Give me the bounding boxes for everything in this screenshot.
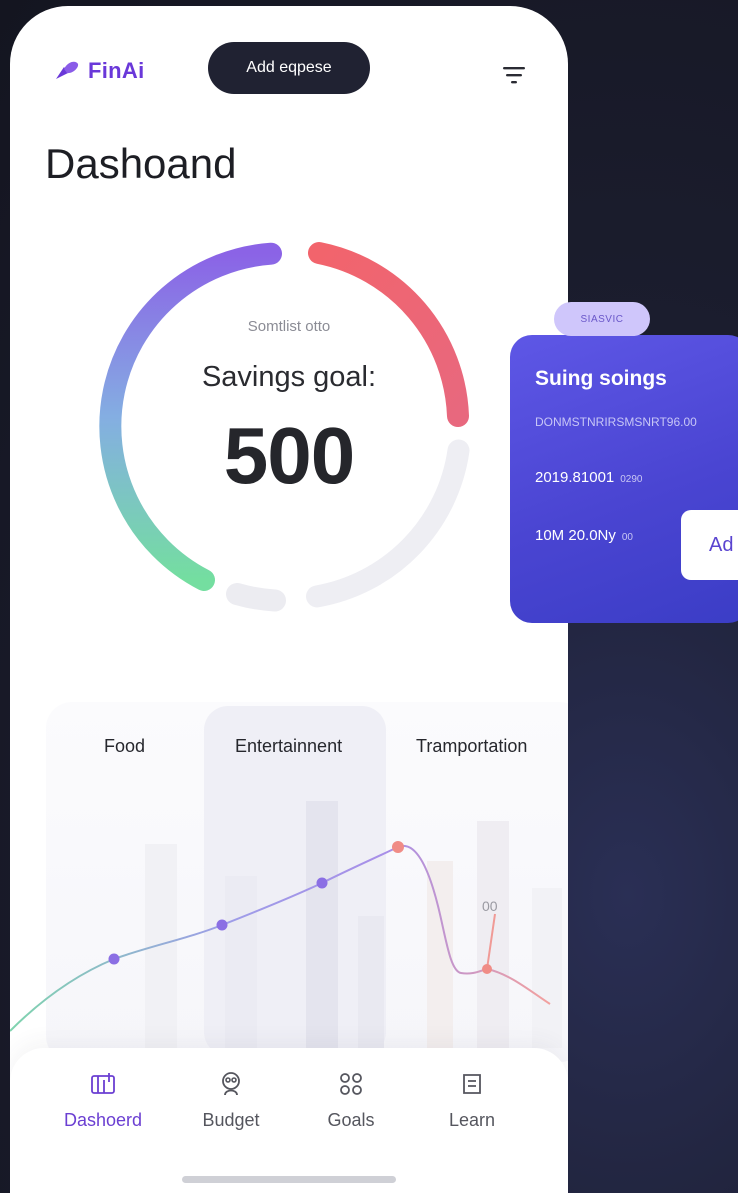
category-entertainment[interactable]: Entertainnent (235, 736, 342, 757)
goals-icon (340, 1073, 362, 1095)
nav-label-dashboard: Dashoerd (63, 1110, 143, 1130)
savings-goal-label: Savings goal: (201, 361, 377, 393)
data-point (216, 919, 228, 931)
phone-screen: FinAi Add eqpese Dashoand Somtlist otto … (10, 6, 568, 1193)
bg-bar (306, 801, 338, 1051)
nav-label-budget: Budget (202, 1110, 260, 1130)
savings-goal-value: 500 (223, 411, 355, 500)
page-title: Dashoand (45, 140, 237, 187)
promo-badge: SIASVIC (554, 302, 650, 336)
nav-goals[interactable]: Goals (291, 1070, 411, 1131)
promo-row-1-note: 0290 (620, 474, 643, 485)
data-point-food (108, 953, 120, 965)
promo-add-button[interactable]: Ad (681, 510, 738, 580)
brand-name: FinAi (88, 58, 145, 83)
learn-icon (463, 1074, 481, 1094)
brand-mark-icon (56, 61, 79, 79)
promo-row-2-note: 00 (621, 532, 633, 543)
bg-bar (358, 916, 384, 1051)
promo-row-2: 10M 20.0Ny 00 (535, 527, 633, 544)
nav-learn[interactable]: Learn (412, 1070, 532, 1131)
chart-annotation: 00 (482, 898, 498, 914)
category-transportation[interactable]: Tramportation (416, 736, 527, 757)
bg-bar (477, 821, 509, 1051)
promo-row-1-value: 2019.81001 (535, 469, 615, 486)
nav-label-learn: Learn (448, 1110, 496, 1130)
bg-bar (532, 888, 562, 1048)
gauge-track-bottom (226, 583, 286, 612)
data-point-transportation (482, 964, 492, 974)
nav-dashboard[interactable]: Dashoerd (43, 1070, 163, 1131)
nav-budget[interactable]: Budget (171, 1070, 291, 1131)
promo-row-1: 2019.81001 0290 (535, 469, 643, 486)
promo-subtitle: DONMSTNRIRSMSNRT96.00 (535, 415, 697, 429)
data-point-entertainment (316, 877, 328, 889)
spending-line-chart: 00 (10, 801, 562, 1051)
dashboard-icon (91, 1073, 115, 1094)
bg-bar (145, 844, 177, 1049)
gauge-caption: Somtlist otto (247, 318, 331, 335)
promo-title: Suing soings (535, 367, 667, 390)
filter-lines-icon[interactable] (500, 62, 528, 88)
add-expense-button[interactable]: Add eqpese (208, 42, 370, 94)
category-food[interactable]: Food (104, 736, 145, 757)
home-indicator[interactable] (182, 1176, 396, 1183)
budget-icon (222, 1072, 240, 1096)
promo-row-2-value: 10M 20.0Ny (535, 527, 616, 544)
spending-line (10, 844, 551, 1032)
brand-logo[interactable]: FinAi (54, 58, 145, 84)
nav-label-goals: Goals (327, 1110, 375, 1130)
bg-bar (225, 876, 257, 1051)
data-point-peak (392, 841, 404, 853)
